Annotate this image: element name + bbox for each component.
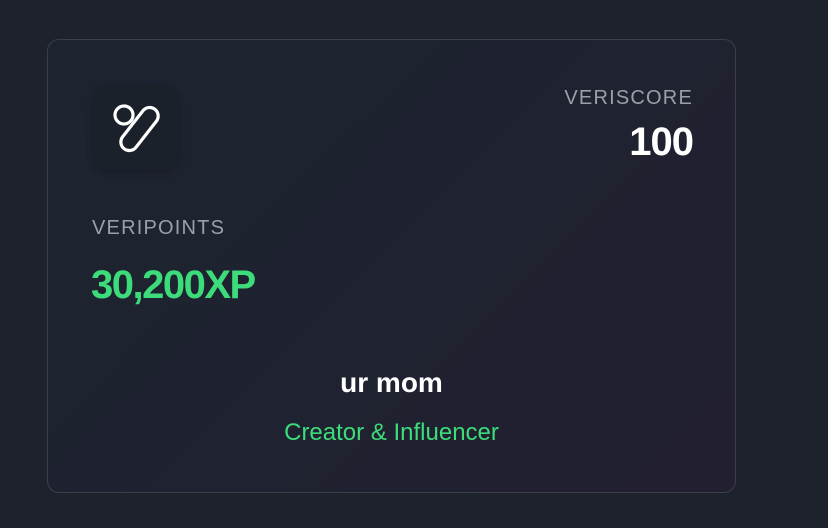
- veriscore-label: VERISCORE: [564, 87, 693, 109]
- profile-card: VERISCORE 100 VERIPOINTS 30,200XP ur mom…: [47, 39, 736, 493]
- veripoints-value: 30,200XP: [91, 263, 256, 307]
- veriscore-value: 100: [629, 120, 694, 164]
- veripoints-label: VERIPOINTS: [92, 217, 226, 239]
- veri-logo-icon: [113, 104, 160, 153]
- logo-tile: [94, 86, 178, 170]
- user-name: ur mom: [340, 367, 443, 398]
- user-role: Creator & Influencer: [284, 419, 499, 446]
